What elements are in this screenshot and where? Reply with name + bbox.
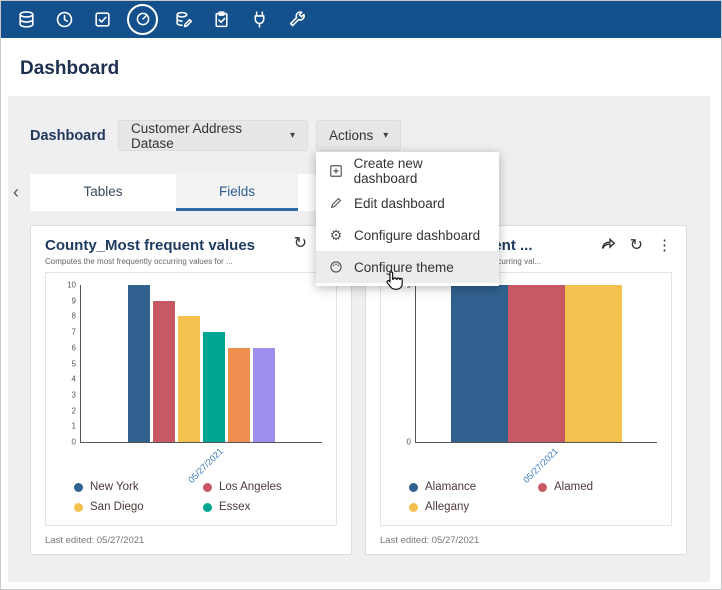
- legend-item: Essex: [203, 501, 328, 513]
- y-axis-tick-label: 2: [72, 406, 81, 415]
- bar-chart: 05/27/2021 012345678910 New YorkLos Ange…: [45, 272, 337, 526]
- actions-button[interactable]: Actions ▾: [316, 120, 401, 151]
- y-axis-tick-label: 4: [72, 375, 81, 384]
- bar-san-diego: [178, 316, 200, 442]
- legend-color-dot: [203, 503, 212, 512]
- y-axis-tick-label: 0: [407, 438, 416, 447]
- y-axis-tick-label: 1: [72, 422, 81, 431]
- chart-legend: New York Los Angeles San Diego Essex: [54, 481, 328, 513]
- menu-item-configure-theme[interactable]: Configure theme: [316, 251, 499, 283]
- bars-group: [416, 285, 657, 442]
- legend-item: Allegany: [409, 501, 534, 513]
- clipboard-check-icon[interactable]: [208, 6, 234, 32]
- dashboard-context-label: Dashboard: [30, 128, 106, 144]
- menu-item-label: Create new dashboard: [354, 156, 487, 186]
- legend-color-dot: [203, 483, 212, 492]
- bar-chart: 05/27/2021 01 Alamance Alamed Allegany: [380, 272, 672, 526]
- dataset-selector-dropdown[interactable]: Customer Address Datase ▾: [118, 120, 308, 151]
- bar: [253, 348, 275, 442]
- dataset-selector-value: Customer Address Datase: [131, 121, 280, 151]
- refresh-icon[interactable]: ↻: [630, 238, 643, 254]
- menu-item-label: Configure theme: [354, 260, 454, 275]
- gear-icon: ⚙: [328, 227, 344, 244]
- legend-label: Alamance: [425, 481, 476, 493]
- legend-color-dot: [74, 503, 83, 512]
- y-axis-tick-label: 5: [72, 359, 81, 368]
- bars-group: [81, 285, 322, 442]
- y-axis-tick-label: 9: [72, 296, 81, 305]
- menu-item-label: Edit dashboard: [354, 196, 445, 211]
- legend-label: Essex: [219, 501, 250, 513]
- legend-color-dot: [538, 483, 547, 492]
- chart-legend: Alamance Alamed Allegany: [389, 481, 663, 513]
- plug-icon[interactable]: [246, 6, 272, 32]
- palette-icon: [328, 260, 344, 274]
- actions-button-label: Actions: [329, 128, 373, 143]
- plus-square-icon: [328, 164, 344, 178]
- chart-card-county: County_Most frequent values ↻ Computes t…: [30, 225, 352, 555]
- bar-alamance: [451, 285, 508, 442]
- y-axis-tick-label: 8: [72, 312, 81, 321]
- menu-item-edit-dashboard[interactable]: Edit dashboard: [316, 187, 499, 219]
- bar-essex: [203, 332, 225, 442]
- plot-area: 05/27/2021 012345678910: [80, 285, 322, 443]
- database-icon[interactable]: [13, 6, 39, 32]
- y-axis-tick-label: 10: [67, 281, 81, 290]
- bar: [228, 348, 250, 442]
- dashboard-icon[interactable]: [127, 4, 158, 35]
- x-axis-tick-label: 05/27/2021: [521, 446, 560, 485]
- plot-area: 05/27/2021 01: [415, 285, 657, 443]
- menu-item-label: Configure dashboard: [354, 228, 480, 243]
- legend-label: Alamed: [554, 481, 593, 493]
- legend-item: Alamed: [538, 481, 663, 493]
- bar-new-york: [128, 285, 150, 442]
- x-axis-tick-label: 05/27/2021: [186, 446, 225, 485]
- page-title: Dashboard: [20, 58, 119, 80]
- legend-label: Los Angeles: [219, 481, 282, 493]
- share-icon[interactable]: [600, 236, 616, 255]
- legend-item: New York: [74, 481, 199, 493]
- legend-color-dot: [409, 503, 418, 512]
- last-edited-label: Last edited: 05/27/2021: [380, 535, 479, 546]
- checkbox-icon[interactable]: [89, 6, 115, 32]
- card-subtitle: Computes the most frequently occurring v…: [45, 257, 337, 266]
- y-axis-tick-label: 7: [72, 328, 81, 337]
- legend-item: Alamance: [409, 481, 534, 493]
- database-edit-icon[interactable]: [170, 6, 196, 32]
- edit-icon: [328, 196, 344, 210]
- legend-label: Allegany: [425, 501, 469, 513]
- actions-dropdown-menu: Create new dashboard Edit dashboard ⚙ Co…: [316, 152, 499, 286]
- menu-item-create-new-dashboard[interactable]: Create new dashboard: [316, 155, 499, 187]
- refresh-icon[interactable]: ↻: [294, 236, 307, 252]
- y-axis-tick-label: 0: [72, 438, 81, 447]
- menu-item-configure-dashboard[interactable]: ⚙ Configure dashboard: [316, 219, 499, 251]
- top-navigation-bar: [0, 0, 722, 38]
- chevron-down-icon: ▾: [383, 130, 388, 141]
- legend-label: San Diego: [90, 501, 144, 513]
- last-edited-label: Last edited: 05/27/2021: [45, 535, 144, 546]
- chevron-down-icon: ▾: [290, 130, 295, 141]
- tabs-scroll-left-chevron[interactable]: ‹: [13, 182, 19, 203]
- y-axis-tick-label: 3: [72, 390, 81, 399]
- tab-fields[interactable]: Fields: [176, 174, 298, 211]
- clock-icon[interactable]: [51, 6, 77, 32]
- bar-alamed: [508, 285, 565, 442]
- legend-item: San Diego: [74, 501, 199, 513]
- bar-los-angeles: [153, 301, 175, 442]
- legend-item: Los Angeles: [203, 481, 328, 493]
- bar-allegany: [565, 285, 622, 442]
- y-axis-tick-label: 6: [72, 343, 81, 352]
- tab-tables[interactable]: Tables: [30, 174, 176, 211]
- wrench-icon[interactable]: [284, 6, 310, 32]
- tab-strip: Tables Fields: [30, 174, 352, 211]
- legend-color-dot: [74, 483, 83, 492]
- legend-color-dot: [409, 483, 418, 492]
- kebab-menu-icon[interactable]: ⋮: [657, 238, 672, 253]
- legend-label: New York: [90, 481, 139, 493]
- card-title: County_Most frequent values: [45, 236, 294, 256]
